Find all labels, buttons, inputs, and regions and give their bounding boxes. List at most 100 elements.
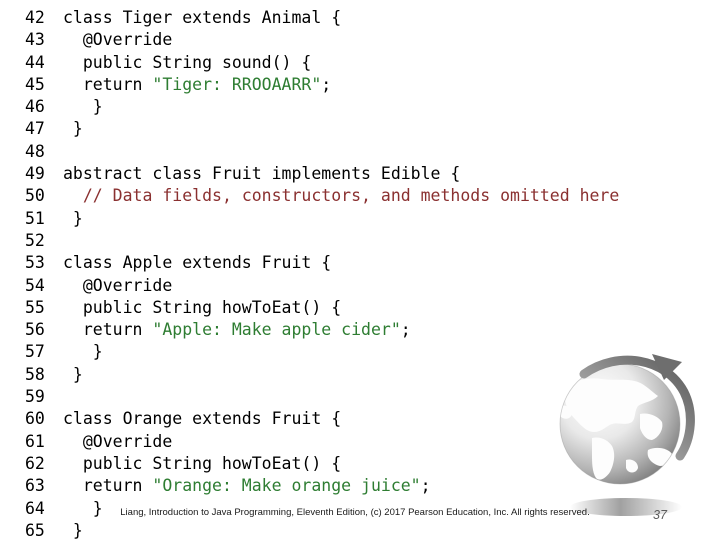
code-token-plain: public String howToEat() { bbox=[63, 453, 342, 473]
line-number: 47 bbox=[25, 119, 45, 139]
line-code: class Apple extends Fruit { bbox=[63, 253, 331, 272]
code-token-plain: class Orange extends Fruit { bbox=[63, 409, 342, 429]
line-code: @Override bbox=[63, 30, 172, 49]
code-line: 58 } bbox=[0, 364, 720, 386]
line-number: 63 bbox=[25, 476, 45, 496]
code-token-plain: ; bbox=[400, 320, 411, 340]
line-code: } bbox=[63, 119, 83, 138]
code-token-plain: class Tiger extends Animal { bbox=[63, 8, 342, 27]
footer-credit: Liang, Introduction to Java Programming,… bbox=[120, 507, 590, 518]
line-code: @Override bbox=[63, 276, 172, 295]
line-number: 57 bbox=[25, 342, 45, 362]
code-token-plain: ; bbox=[420, 476, 431, 496]
line-number: 49 bbox=[25, 164, 45, 184]
line-number: 55 bbox=[25, 297, 45, 317]
line-code: @Override bbox=[63, 432, 172, 451]
line-number: 51 bbox=[25, 208, 45, 228]
code-line: 57 } bbox=[0, 341, 720, 363]
code-line: 47 } bbox=[0, 118, 720, 140]
line-number: 54 bbox=[25, 275, 45, 295]
code-line: 65 } bbox=[0, 520, 720, 540]
line-number: 58 bbox=[25, 364, 45, 384]
line-code: } bbox=[63, 209, 83, 228]
line-code: public String sound() { bbox=[63, 52, 312, 72]
page-number: 37 bbox=[653, 508, 667, 522]
line-number: 48 bbox=[25, 141, 45, 161]
line-code: } bbox=[63, 499, 103, 518]
line-number: 42 bbox=[25, 8, 45, 27]
code-token-plain: } bbox=[63, 208, 83, 228]
code-line: 61 @Override bbox=[0, 431, 720, 453]
line-number: 52 bbox=[25, 230, 45, 250]
line-code: // Data fields, constructors, and method… bbox=[63, 186, 619, 205]
line-code: } bbox=[63, 521, 83, 540]
line-code: return "Apple: Make apple cider"; bbox=[63, 320, 411, 339]
line-number: 59 bbox=[25, 387, 45, 407]
line-number: 56 bbox=[25, 320, 45, 340]
code-token-plain: return bbox=[63, 320, 153, 340]
code-line: 42 class Tiger extends Animal { bbox=[0, 7, 720, 29]
code-token-plain: return bbox=[63, 476, 153, 496]
code-token-string: "Orange: Make orange juice" bbox=[152, 476, 421, 496]
code-line: 59 bbox=[0, 386, 720, 408]
code-listing: 42 class Tiger extends Animal { 43 @Overri… bbox=[0, 0, 720, 540]
code-token-plain: @Override bbox=[63, 431, 173, 451]
code-line: 56 return "Apple: Make apple cider"; bbox=[0, 319, 720, 341]
line-code: class Orange extends Fruit { bbox=[63, 409, 341, 428]
slide-canvas: 42 class Tiger extends Animal { 43 @Overri… bbox=[0, 0, 720, 540]
line-number: 43 bbox=[25, 30, 45, 50]
line-code: return "Orange: Make orange juice"; bbox=[63, 476, 431, 495]
code-token-plain: @Override bbox=[63, 30, 173, 50]
line-code: } bbox=[63, 97, 103, 116]
code-line: 43 @Override bbox=[0, 29, 720, 51]
line-code: } bbox=[63, 365, 83, 384]
line-number: 64 bbox=[25, 498, 45, 518]
code-line: 46 } bbox=[0, 96, 720, 118]
code-token-plain: } bbox=[63, 97, 103, 117]
code-line: 63 return "Orange: Make orange juice"; bbox=[0, 475, 720, 497]
line-number: 50 bbox=[25, 186, 45, 206]
line-number: 61 bbox=[25, 431, 45, 451]
code-line: 50 // Data fields, constructors, and met… bbox=[0, 185, 720, 207]
code-line: 44 public String sound() { bbox=[0, 52, 720, 74]
line-code: public String howToEat() { bbox=[63, 454, 341, 473]
code-token-plain: public String howToEat() { bbox=[63, 297, 342, 317]
code-token-plain: class Apple extends Fruit { bbox=[63, 253, 332, 273]
code-token-plain: public String sound() { bbox=[63, 52, 312, 72]
code-line: 62 public String howToEat() { bbox=[0, 453, 720, 475]
code-token-plain: } bbox=[63, 364, 83, 384]
line-number: 45 bbox=[25, 74, 45, 94]
code-token-plain: return bbox=[63, 74, 153, 94]
code-line: 55 public String howToEat() { bbox=[0, 297, 720, 319]
line-number: 53 bbox=[25, 253, 45, 273]
code-line: 51 } bbox=[0, 208, 720, 230]
line-number: 62 bbox=[25, 453, 45, 473]
code-line: 49 abstract class Fruit implements Edible… bbox=[0, 163, 720, 185]
line-code: abstract class Fruit implements Edible { bbox=[63, 164, 460, 183]
code-line: 45 return "Tiger: RROOAARR"; bbox=[0, 74, 720, 96]
code-token-plain: ; bbox=[321, 74, 332, 94]
code-token-string: "Tiger: RROOAARR" bbox=[152, 74, 322, 94]
code-token-string: "Apple: Make apple cider" bbox=[152, 320, 401, 340]
code-line: 60 class Orange extends Fruit { bbox=[0, 408, 720, 430]
line-code: class Tiger extends Animal { bbox=[63, 8, 341, 27]
line-number: 44 bbox=[25, 52, 45, 72]
code-token-plain: @Override bbox=[63, 275, 173, 295]
code-token-plain: abstract class Fruit implements Edible { bbox=[63, 164, 461, 184]
code-line: 48 bbox=[0, 141, 720, 163]
code-token-plain: } bbox=[63, 119, 83, 139]
code-token-plain: } bbox=[63, 342, 103, 362]
code-token-plain: } bbox=[63, 498, 103, 518]
line-code: public String howToEat() { bbox=[63, 298, 341, 317]
line-number: 60 bbox=[25, 409, 45, 429]
code-line: 52 bbox=[0, 230, 720, 252]
line-number: 46 bbox=[25, 97, 45, 117]
code-token-plain: } bbox=[63, 520, 83, 540]
line-number: 65 bbox=[25, 520, 45, 540]
code-line: 54 @Override bbox=[0, 275, 720, 297]
line-code: return "Tiger: RROOAARR"; bbox=[63, 75, 331, 94]
code-line: 53 class Apple extends Fruit { bbox=[0, 252, 720, 274]
code-token-comment: // Data fields, constructors, and method… bbox=[82, 186, 620, 206]
line-code: } bbox=[63, 342, 103, 361]
